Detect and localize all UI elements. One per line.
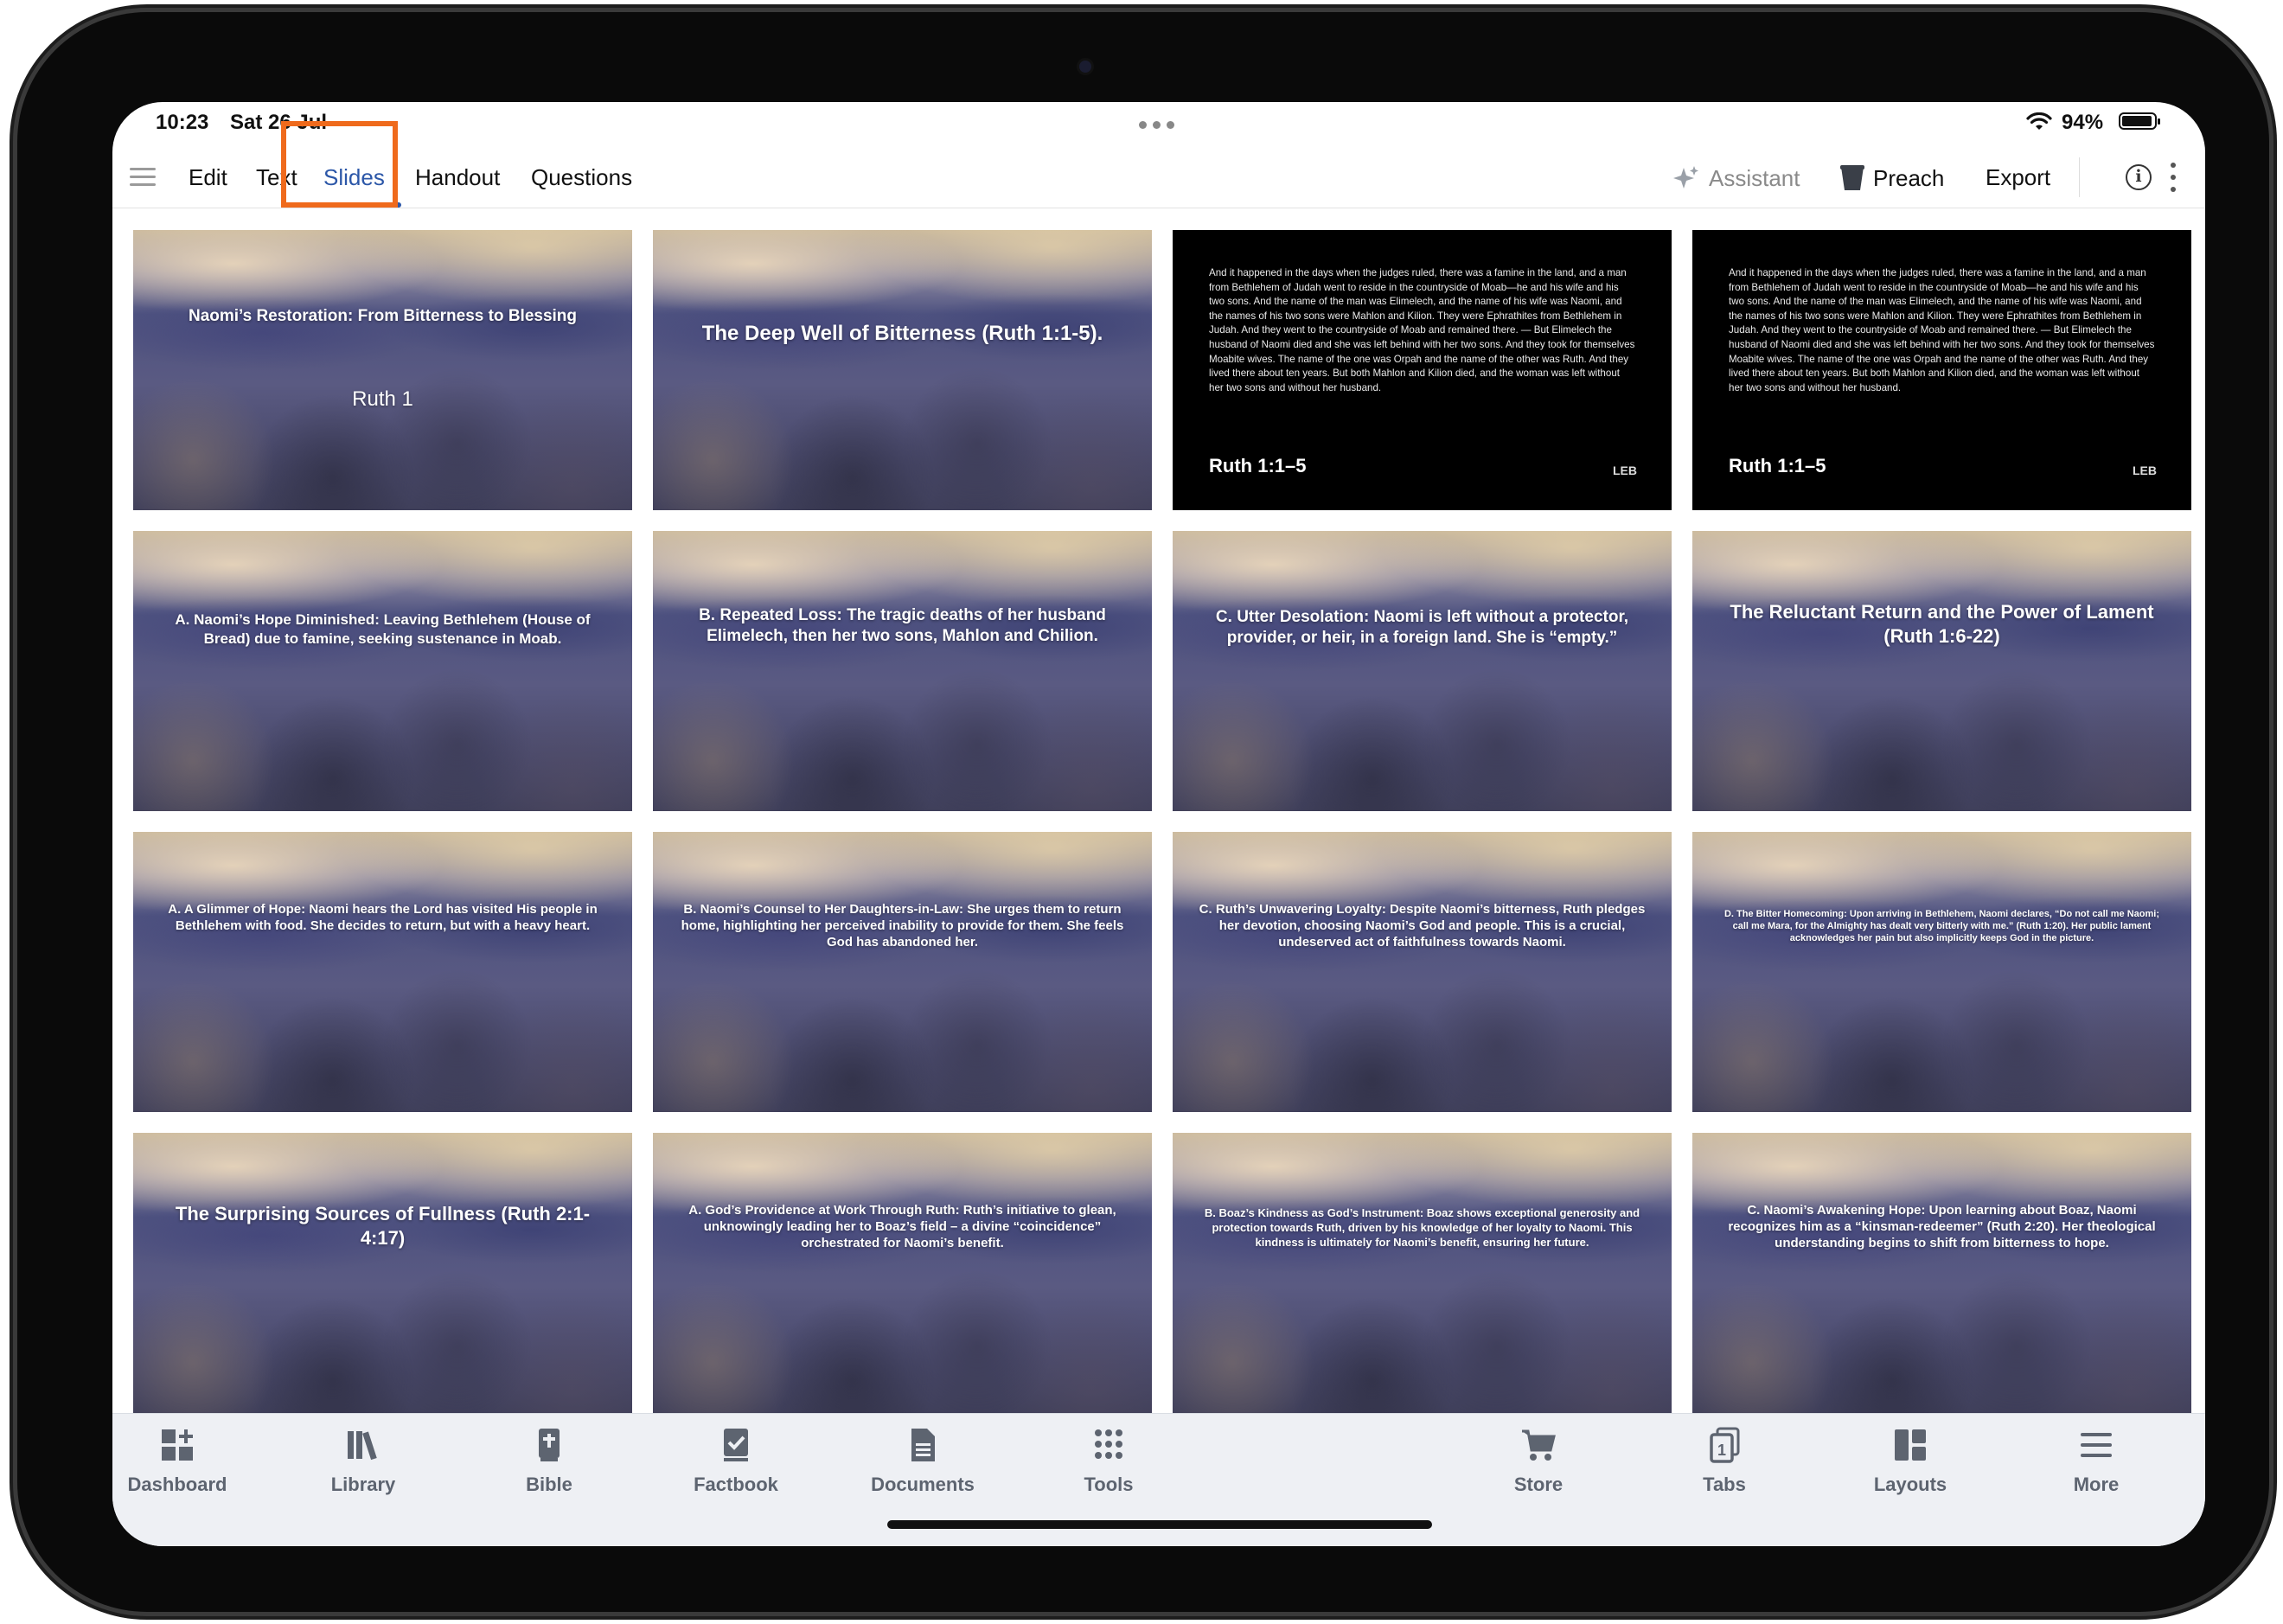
slide-thumbnail[interactable]: A. Naomi’s Hope Diminished: Leaving Beth… [133, 531, 632, 811]
verse-reference: Ruth 1:1–5 [1209, 455, 1307, 476]
slide-title: C. Naomi’s Awakening Hope: Upon learning… [1728, 1203, 2156, 1250]
slide-title: B. Naomi’s Counsel to Her Daughters-in-L… [681, 902, 1124, 949]
scripture-slide[interactable]: And it happened in the days when the jud… [1692, 230, 2191, 510]
slide-title: The Deep Well of Bitterness (Ruth 1:1-5)… [701, 322, 1103, 345]
cart-icon [1522, 1429, 1556, 1461]
slide-subtitle: Ruth 1 [352, 387, 413, 411]
nav-label: Layouts [1873, 1474, 1947, 1495]
verse-reference: Ruth 1:1–5 [1729, 455, 1826, 476]
tools-icon [1095, 1429, 1122, 1459]
sidebar-toggle-icon[interactable] [130, 168, 156, 187]
app-screen: 10:23 Sat 26 Jul 94% Edit Text Slides Ha… [112, 102, 2205, 1546]
nav-label: Tabs [1703, 1474, 1746, 1495]
wifi-icon [2026, 112, 2052, 130]
factbook-icon [724, 1429, 748, 1461]
documents-icon [911, 1429, 935, 1461]
slide-title: A. A Glimmer of Hope: Naomi hears the Lo… [168, 902, 598, 933]
nav-label: More [2073, 1474, 2120, 1495]
tabs-icon: 1 [1710, 1427, 1740, 1463]
nav-label: Store [1513, 1474, 1564, 1495]
battery-icon [2119, 112, 2160, 130]
slide-thumbnail[interactable]: C. Ruth’s Unwavering Loyalty: Despite Na… [1173, 832, 1672, 1112]
slide-thumbnail[interactable]: A. God’s Providence at Work Through Ruth… [653, 1133, 1152, 1413]
bible-version: LEB [2133, 464, 2157, 477]
slide-thumbnail[interactable]: C. Utter Desolation: Naomi is left witho… [1173, 531, 1672, 811]
slide-title: B. Repeated Loss: The tragic deaths of h… [699, 606, 1106, 645]
bible-version: LEB [1613, 464, 1637, 477]
dashboard-icon [162, 1429, 193, 1461]
nav-library[interactable]: Library [298, 1426, 428, 1496]
preach-button[interactable]: Preach [1840, 164, 1944, 192]
slide-thumbnail[interactable]: The Surprising Sources of Fullness (Ruth… [133, 1133, 632, 1413]
nav-label: Tools [1084, 1474, 1134, 1495]
nav-label: Bible [526, 1474, 572, 1495]
info-icon[interactable]: i [2126, 164, 2152, 190]
bible-icon [539, 1429, 560, 1461]
nav-label: Documents [871, 1474, 975, 1495]
slide-thumbnail[interactable]: D. The Bitter Homecoming: Upon arriving … [1692, 832, 2191, 1112]
front-camera [1079, 61, 1091, 73]
tab-questions[interactable]: Questions [531, 164, 632, 191]
sparkle-icon [1673, 166, 1698, 189]
slide-thumbnail[interactable]: B. Repeated Loss: The tragic deaths of h… [653, 531, 1152, 811]
slide-title: B. Boaz’s Kindness as God’s Instrument: … [1204, 1206, 1640, 1249]
toolbar-divider [2079, 157, 2080, 197]
document-toolbar: Edit Text Slides Handout Questions Assis… [112, 145, 2205, 208]
ipad-frame: 10:23 Sat 26 Jul 94% Edit Text Slides Ha… [17, 12, 2269, 1612]
tabs-count: 1 [1717, 1442, 1726, 1459]
verse-text: And it happened in the days when the jud… [1209, 267, 1635, 393]
slide-thumbnail[interactable]: Naomi’s Restoration: From Bitterness to … [133, 230, 632, 510]
status-time: 10:23 [156, 111, 209, 134]
slide-title: C. Utter Desolation: Naomi is left witho… [1215, 608, 1629, 647]
nav-label: Library [330, 1474, 396, 1495]
preach-label: Preach [1873, 164, 1945, 191]
home-indicator[interactable] [887, 1520, 1432, 1529]
slide-thumbnail[interactable]: C. Naomi’s Awakening Hope: Upon learning… [1692, 1133, 2191, 1413]
nav-layouts[interactable]: Layouts [1845, 1426, 1975, 1496]
nav-dashboard[interactable]: Dashboard [112, 1426, 242, 1496]
layouts-icon [1895, 1429, 1926, 1461]
slide-thumbnail[interactable]: The Deep Well of Bitterness (Ruth 1:1-5)… [653, 230, 1152, 510]
battery-percentage: 94% [2062, 111, 2104, 134]
assistant-button[interactable]: Assistant [1672, 164, 1800, 192]
nav-documents[interactable]: Documents [858, 1426, 988, 1496]
scripture-slide[interactable]: And it happened in the days when the jud… [1173, 230, 1672, 510]
multitasking-dots-icon[interactable] [1139, 121, 1174, 129]
slide-title: Naomi’s Restoration: From Bitterness to … [188, 307, 578, 325]
slide-thumbnail[interactable]: The Reluctant Return and the Power of La… [1692, 531, 2191, 811]
slide-title: The Surprising Sources of Fullness (Ruth… [175, 1203, 591, 1249]
slide-thumbnail[interactable]: B. Naomi’s Counsel to Her Daughters-in-L… [653, 832, 1152, 1112]
export-button[interactable]: Export [1986, 164, 2050, 191]
pulpit-icon [1840, 165, 1864, 190]
menu-icon [2081, 1433, 2112, 1457]
slide-title: A. God’s Providence at Work Through Ruth… [688, 1203, 1116, 1250]
tab-edit[interactable]: Edit [189, 164, 227, 191]
nav-more[interactable]: More [2031, 1426, 2161, 1496]
slide-thumbnail[interactable]: A. A Glimmer of Hope: Naomi hears the Lo… [133, 832, 632, 1112]
slide-title: C. Ruth’s Unwavering Loyalty: Despite Na… [1199, 902, 1646, 949]
library-icon [348, 1431, 377, 1461]
slides-tab-highlight [281, 121, 398, 208]
nav-tabs[interactable]: 1 Tabs [1659, 1426, 1789, 1496]
verse-text: And it happened in the days when the jud… [1729, 267, 2155, 393]
slide-title: A. Naomi’s Hope Diminished: Leaving Beth… [175, 611, 591, 647]
slide-thumbnail[interactable]: B. Boaz’s Kindness as God’s Instrument: … [1173, 1133, 1672, 1413]
slides-grid: Naomi’s Restoration: From Bitterness to … [133, 230, 2203, 1413]
nav-bible[interactable]: Bible [484, 1426, 614, 1496]
assistant-label: Assistant [1709, 164, 1800, 191]
nav-label: Factbook [694, 1474, 778, 1495]
nav-tools[interactable]: Tools [1044, 1426, 1173, 1496]
nav-factbook[interactable]: Factbook [671, 1426, 801, 1496]
more-options-icon[interactable] [2169, 163, 2177, 192]
nav-store[interactable]: Store [1474, 1426, 1603, 1496]
nav-label: Dashboard [127, 1474, 227, 1495]
slide-title: The Reluctant Return and the Power of La… [1730, 601, 2154, 647]
slide-title: D. The Bitter Homecoming: Upon arriving … [1723, 909, 2160, 943]
tab-handout[interactable]: Handout [415, 164, 500, 191]
